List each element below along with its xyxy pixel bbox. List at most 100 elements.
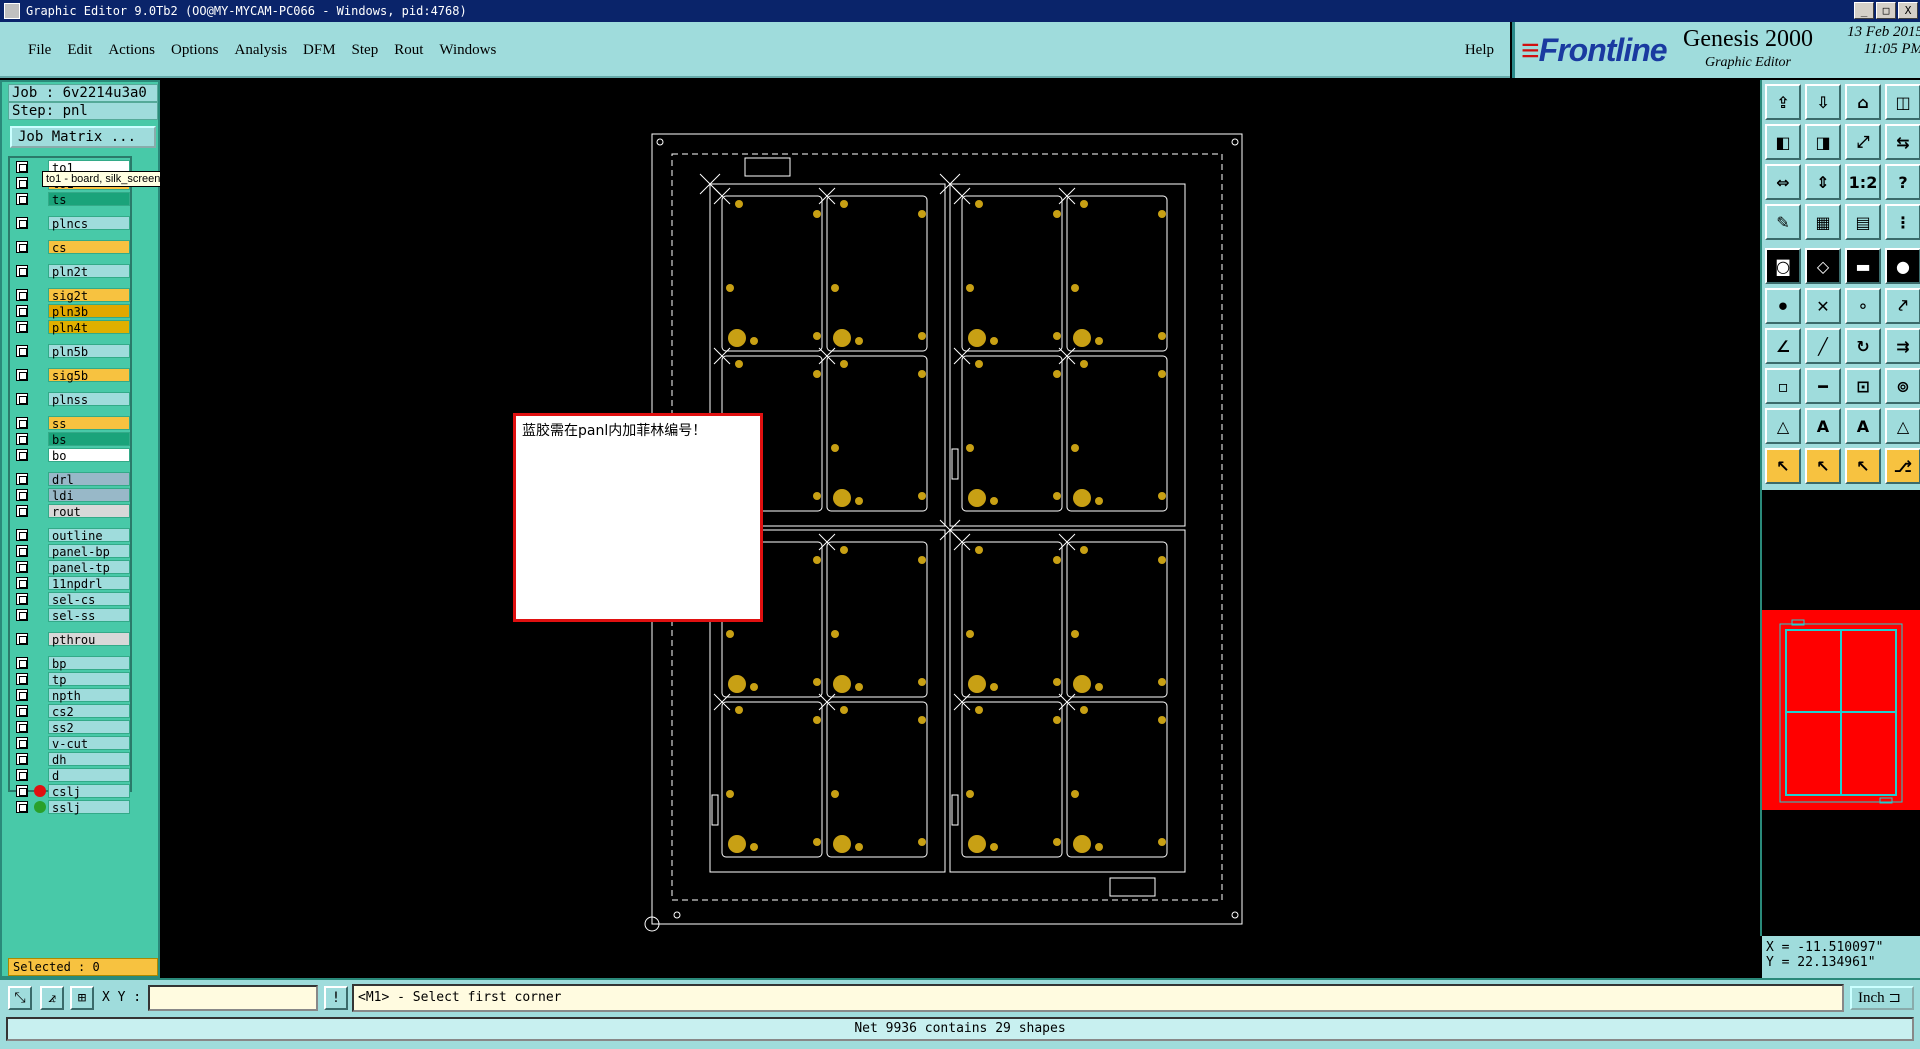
help-icon[interactable]: ?	[1885, 164, 1920, 200]
layer-row[interactable]: ts	[10, 192, 130, 207]
layer-checkbox[interactable]	[16, 593, 28, 605]
layer-name[interactable]: pln3b	[48, 304, 130, 319]
layer-checkbox[interactable]	[16, 505, 28, 517]
layer-checkbox[interactable]	[16, 305, 28, 317]
zoom-back-icon[interactable]: ◧	[1765, 124, 1801, 160]
layer-row[interactable]: cslj	[10, 784, 130, 799]
layer-row[interactable]: dh	[10, 752, 130, 767]
layer-checkbox[interactable]	[16, 321, 28, 333]
net-icon[interactable]: ⋮	[1885, 204, 1920, 240]
layer-checkbox[interactable]	[16, 417, 28, 429]
layer-checkbox[interactable]	[16, 177, 28, 189]
menu-help[interactable]: Help	[1465, 42, 1494, 59]
route-icon[interactable]: ⤤	[1885, 288, 1920, 324]
layer-row[interactable]: pln3b	[10, 304, 130, 319]
layer-name[interactable]: 11npdrl	[48, 576, 130, 591]
layer-colors-icon[interactable]: ▤	[1845, 204, 1881, 240]
menu-windows[interactable]: Windows	[431, 42, 504, 59]
layer-checkbox[interactable]	[16, 561, 28, 573]
rotate-select-icon[interactable]: ↖	[1845, 448, 1881, 484]
layer-name[interactable]: sig5b	[48, 368, 130, 383]
layer-name[interactable]: cslj	[48, 784, 130, 799]
layer-row[interactable]: v-cut	[10, 736, 130, 751]
snap-icon[interactable]: ⤡	[8, 986, 32, 1010]
split-icon[interactable]: ⇉	[1885, 328, 1920, 364]
layer-name[interactable]: bs	[48, 432, 130, 447]
layer-name[interactable]: panel-bp	[48, 544, 130, 559]
layer-row[interactable]: ss2	[10, 720, 130, 735]
layer-checkbox[interactable]	[16, 785, 28, 797]
layer-name[interactable]: ss	[48, 416, 130, 431]
layer-row[interactable]: 11npdrl	[10, 576, 130, 591]
layer-checkbox[interactable]	[16, 545, 28, 557]
layer-name[interactable]: ldi	[48, 488, 130, 503]
layer-name[interactable]: pln4t	[48, 320, 130, 335]
layer-checkbox[interactable]	[16, 241, 28, 253]
layer-checkbox[interactable]	[16, 529, 28, 541]
line-icon[interactable]: ∠	[1765, 328, 1801, 364]
layer-row[interactable]: sig2t	[10, 288, 130, 303]
home-icon[interactable]: ⌂	[1845, 84, 1881, 120]
layer-name[interactable]: panel-tp	[48, 560, 130, 575]
triangle-outline-icon[interactable]: △	[1885, 408, 1920, 444]
layer-name[interactable]: cs2	[48, 704, 130, 719]
panel-drawing[interactable]	[160, 80, 1760, 978]
layer-name[interactable]: bp	[48, 656, 130, 671]
layer-row[interactable]: tp	[10, 672, 130, 687]
text-icon[interactable]: A	[1845, 408, 1881, 444]
layer-checkbox[interactable]	[16, 161, 28, 173]
layer-row[interactable]: ldi	[10, 488, 130, 503]
layer-row[interactable]: panel-bp	[10, 544, 130, 559]
menu-options[interactable]: Options	[163, 42, 227, 59]
ruler-icon[interactable]: ▬	[1845, 248, 1881, 284]
layer-row[interactable]: rout	[10, 504, 130, 519]
layer-row[interactable]: sel-ss	[10, 608, 130, 623]
diagonal-icon[interactable]: ╱	[1805, 328, 1841, 364]
layer-checkbox[interactable]	[16, 345, 28, 357]
layer-row[interactable]: pln2t	[10, 264, 130, 279]
layer-checkbox[interactable]	[16, 737, 28, 749]
layer-name[interactable]: plncs	[48, 216, 130, 231]
layer-name[interactable]: rout	[48, 504, 130, 519]
layer-checkbox[interactable]	[16, 753, 28, 765]
layer-name[interactable]: v-cut	[48, 736, 130, 751]
arc-icon[interactable]: ↻	[1845, 328, 1881, 364]
layer-name[interactable]: dh	[48, 752, 130, 767]
menu-file[interactable]: File	[20, 42, 59, 59]
layer-name[interactable]: plnss	[48, 392, 130, 407]
layer-checkbox[interactable]	[16, 577, 28, 589]
swap-icon[interactable]: ⇆	[1885, 124, 1920, 160]
menu-rout[interactable]: Rout	[386, 42, 431, 59]
layer-checkbox[interactable]	[16, 265, 28, 277]
layer-checkbox[interactable]	[16, 609, 28, 621]
layer-row[interactable]: bp	[10, 656, 130, 671]
layer-name[interactable]: pthrou	[48, 632, 130, 647]
layer-checkbox[interactable]	[16, 217, 28, 229]
layer-row[interactable]: bs	[10, 432, 130, 447]
layer-row[interactable]: pln4t	[10, 320, 130, 335]
layer-checkbox[interactable]	[16, 633, 28, 645]
layer-checkbox[interactable]	[16, 705, 28, 717]
layer-name[interactable]: d	[48, 768, 130, 783]
layer-checkbox[interactable]	[16, 193, 28, 205]
fit-width-icon[interactable]: ⇔	[1765, 164, 1801, 200]
layer-checkbox[interactable]	[16, 801, 28, 813]
layer-name[interactable]: outline	[48, 528, 130, 543]
layer-checkbox[interactable]	[16, 433, 28, 445]
layer-row[interactable]: sel-cs	[10, 592, 130, 607]
layer-name[interactable]: ss2	[48, 720, 130, 735]
layer-checkbox[interactable]	[16, 473, 28, 485]
layer-row[interactable]: npth	[10, 688, 130, 703]
close-button[interactable]: X	[1898, 2, 1918, 19]
layer-row[interactable]: cs	[10, 240, 130, 255]
layer-row[interactable]: pln5b	[10, 344, 130, 359]
minus-icon[interactable]: ━	[1805, 368, 1841, 404]
xy-input[interactable]	[148, 985, 318, 1011]
layer-checkbox[interactable]	[16, 673, 28, 685]
minimize-button[interactable]: _	[1854, 2, 1874, 19]
layer-name[interactable]: sel-cs	[48, 592, 130, 607]
grid-layout-icon[interactable]: ◫	[1885, 84, 1920, 120]
layer-row[interactable]: drl	[10, 472, 130, 487]
menu-edit[interactable]: Edit	[59, 42, 100, 59]
job-matrix-button[interactable]: Job Matrix ...	[10, 126, 156, 148]
